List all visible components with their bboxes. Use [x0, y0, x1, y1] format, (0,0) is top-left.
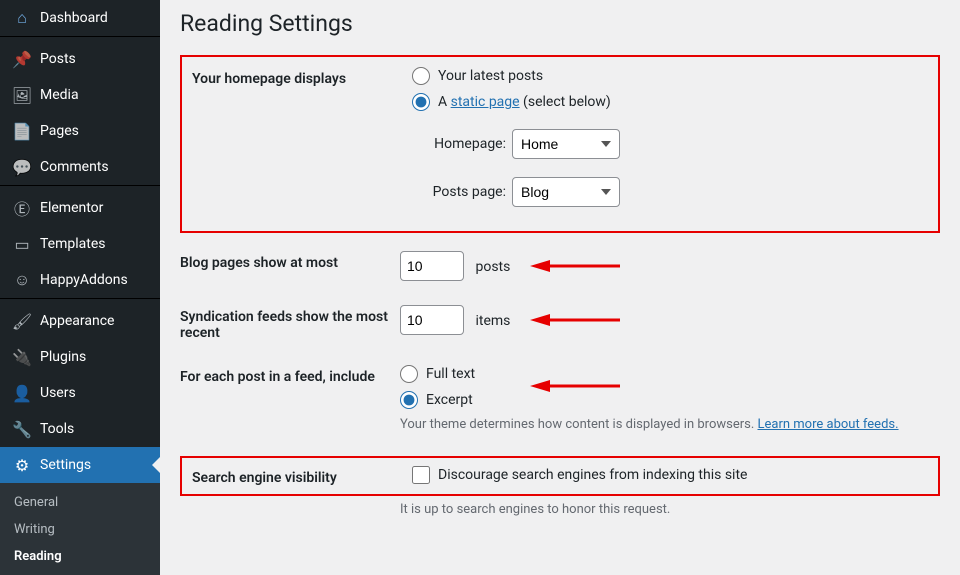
- annotation-arrow: [530, 377, 620, 399]
- static-page-link[interactable]: static page: [451, 94, 520, 110]
- learn-feeds-link[interactable]: Learn more about feeds.: [758, 417, 899, 432]
- feedcontent-desc: Your theme determines how content is dis…: [400, 417, 940, 432]
- postspage-select-label: Posts page:: [412, 184, 506, 200]
- sidebar-item-label: Plugins: [40, 349, 86, 365]
- sidebar-item-settings[interactable]: ⚙ Settings: [0, 447, 160, 483]
- submenu-writing[interactable]: Writing: [0, 516, 160, 543]
- comments-icon: 💬: [12, 157, 32, 177]
- settings-submenu: General Writing Reading: [0, 483, 160, 575]
- submenu-reading[interactable]: Reading: [0, 543, 160, 570]
- homepage-latest-radio[interactable]: [412, 67, 430, 85]
- feed-full-radio-row[interactable]: Full text: [400, 365, 940, 383]
- annotation-arrow: [530, 257, 620, 279]
- sidebar-item-label: Posts: [40, 51, 76, 67]
- static-suffix: (select below): [520, 94, 611, 110]
- dashboard-icon: ⌂: [12, 8, 32, 28]
- feed-full-label: Full text: [426, 366, 475, 382]
- feedcontent-label: For each post in a feed, include: [180, 365, 400, 385]
- user-icon: 👤: [12, 383, 32, 403]
- search-desc: It is up to search engines to honor this…: [400, 502, 940, 517]
- media-icon: 🖼: [12, 85, 32, 105]
- sidebar-item-tools[interactable]: 🔧 Tools: [0, 411, 160, 447]
- search-highlight-box: Search engine visibility Discourage sear…: [180, 456, 940, 496]
- homepage-select[interactable]: Home: [512, 129, 620, 159]
- feed-full-radio[interactable]: [400, 365, 418, 383]
- pages-icon: 📄: [12, 121, 32, 141]
- sidebar-item-label: Users: [40, 385, 76, 401]
- content-area: Reading Settings Your homepage displays …: [160, 0, 960, 575]
- sidebar-item-users[interactable]: 👤 Users: [0, 375, 160, 411]
- annotation-arrow: [530, 311, 620, 333]
- page-title: Reading Settings: [180, 10, 940, 37]
- sidebar-item-label: Comments: [40, 159, 109, 175]
- sidebar-item-happyaddons[interactable]: ☺ HappyAddons: [0, 262, 160, 298]
- homepage-latest-radio-row[interactable]: Your latest posts: [412, 67, 928, 85]
- postspage-select[interactable]: Blog: [512, 177, 620, 207]
- blogpages-label: Blog pages show at most: [180, 251, 400, 271]
- sidebar-item-label: Dashboard: [40, 10, 108, 26]
- sidebar-item-label: Settings: [40, 457, 91, 473]
- sidebar-item-appearance[interactable]: 🖌 Appearance: [0, 303, 160, 339]
- wrench-icon: 🔧: [12, 419, 32, 439]
- sliders-icon: ⚙: [12, 455, 32, 475]
- homepage-latest-label: Your latest posts: [438, 68, 543, 84]
- search-visibility-label: Search engine visibility: [192, 466, 412, 486]
- plug-icon: 🔌: [12, 347, 32, 367]
- sidebar-item-label: Tools: [40, 421, 74, 437]
- static-prefix: A: [438, 94, 451, 110]
- search-checkbox-row[interactable]: Discourage search engines from indexing …: [412, 466, 928, 484]
- sidebar-item-plugins[interactable]: 🔌 Plugins: [0, 339, 160, 375]
- sidebar-item-posts[interactable]: 📌 Posts: [0, 41, 160, 77]
- sidebar-item-label: Pages: [40, 123, 79, 139]
- homepage-select-label: Homepage:: [412, 136, 506, 152]
- templates-icon: ▭: [12, 234, 32, 254]
- homepage-static-radio[interactable]: [412, 93, 430, 111]
- sidebar-item-templates[interactable]: ▭ Templates: [0, 226, 160, 262]
- sidebar-item-pages[interactable]: 📄 Pages: [0, 113, 160, 149]
- feed-excerpt-radio[interactable]: [400, 391, 418, 409]
- happyaddons-icon: ☺: [12, 270, 32, 290]
- homepage-static-label: A static page (select below): [438, 94, 611, 110]
- pin-icon: 📌: [12, 49, 32, 69]
- sidebar-item-label: HappyAddons: [40, 272, 128, 288]
- sidebar-item-elementor[interactable]: Ⓔ Elementor: [0, 190, 160, 226]
- blogpages-input[interactable]: [400, 251, 464, 281]
- submenu-general[interactable]: General: [0, 489, 160, 516]
- sidebar-item-dashboard[interactable]: ⌂ Dashboard: [0, 0, 160, 36]
- sidebar-item-label: Elementor: [40, 200, 103, 216]
- feeds-label: Syndication feeds show the most recent: [180, 305, 400, 341]
- homepage-static-radio-row[interactable]: A static page (select below): [412, 93, 928, 111]
- elementor-icon: Ⓔ: [12, 198, 32, 218]
- sidebar-item-media[interactable]: 🖼 Media: [0, 77, 160, 113]
- feeds-unit: items: [475, 313, 510, 329]
- homepage-displays-label: Your homepage displays: [192, 67, 412, 87]
- blogpages-unit: posts: [475, 259, 510, 275]
- feed-excerpt-label: Excerpt: [426, 392, 473, 408]
- admin-sidebar: ⌂ Dashboard 📌 Posts 🖼 Media 📄 Pages 💬 Comment…: [0, 0, 160, 575]
- sidebar-item-label: Templates: [40, 236, 106, 252]
- desc-text: Your theme determines how content is dis…: [400, 417, 758, 432]
- sidebar-item-label: Media: [40, 87, 79, 103]
- search-checkbox-label: Discourage search engines from indexing …: [438, 467, 747, 483]
- sidebar-item-comments[interactable]: 💬 Comments: [0, 149, 160, 185]
- brush-icon: 🖌: [12, 311, 32, 331]
- search-discourage-checkbox[interactable]: [412, 466, 430, 484]
- sidebar-item-label: Appearance: [40, 313, 114, 329]
- feed-excerpt-radio-row[interactable]: Excerpt: [400, 391, 940, 409]
- feeds-input[interactable]: [400, 305, 464, 335]
- homepage-highlight-box: Your homepage displays Your latest posts…: [180, 55, 940, 233]
